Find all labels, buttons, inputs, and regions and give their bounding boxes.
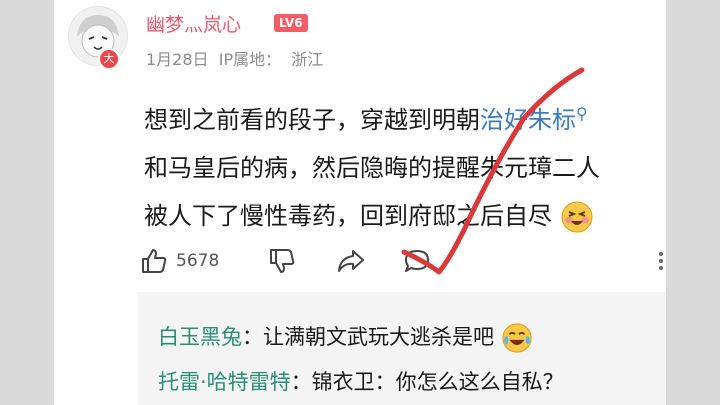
like-button[interactable]: 5678	[140, 244, 219, 278]
comment-body: 想到之前看的段子，穿越到明朝治好朱标⚲ 和马皇后的病，然后隐晦的提醒朱元璋二人 …	[144, 90, 674, 240]
laughing-emoji-icon	[561, 201, 593, 233]
reply-panel: 白玉黑兔：让满朝文武玩大逃杀是吧 托雷·哈特雷特：锦衣卫：你怎么这么自私？	[138, 292, 666, 405]
comment-line-3-text: 被人下了慢性毒药，回到府邸之后自尽	[144, 202, 552, 230]
comment-line-2: 和马皇后的病，然后隐晦的提醒朱元璋二人	[144, 154, 600, 182]
ip-location: 浙江	[291, 50, 324, 69]
comment-date: 1月28日	[146, 50, 209, 69]
comment-meta: 1月28日 IP属地： 浙江	[146, 46, 323, 70]
reply-button[interactable]	[402, 244, 432, 278]
comment-line-3: 被人下了慢性毒药，回到府邸之后自尽	[144, 192, 674, 240]
left-margin	[0, 0, 54, 405]
share-icon	[338, 250, 364, 272]
ip-label: IP属地：	[218, 50, 282, 69]
action-bar: 5678	[140, 244, 680, 278]
comment-line-1: 想到之前看的段子，穿越到明朝治好朱标⚲	[144, 90, 674, 144]
right-margin	[666, 0, 720, 405]
reply-author[interactable]: 托雷·哈特雷特	[158, 370, 291, 394]
reply-text: ：锦衣卫：你怎么这么自私？	[290, 370, 564, 394]
more-icon	[659, 252, 663, 270]
level-badge: LV6	[274, 14, 308, 32]
search-icon[interactable]: ⚲	[576, 104, 588, 123]
reply-text: ：让满朝文武玩大逃杀是吧	[242, 325, 494, 349]
dislike-button[interactable]	[268, 244, 296, 278]
like-count: 5678	[176, 251, 220, 271]
more-button[interactable]	[656, 244, 666, 278]
reply-author[interactable]: 白玉黑兔	[158, 325, 242, 349]
avatar-badge: 大	[98, 48, 120, 70]
comment-line-1-text: 想到之前看的段子，穿越到明朝	[144, 106, 480, 134]
thumb-up-icon	[142, 249, 167, 273]
reply-item[interactable]: 白玉黑兔：让满朝文武玩大逃杀是吧	[158, 322, 533, 354]
comment-bubble-icon	[405, 250, 429, 272]
comment-card: 大 幽梦灬岚心 LV6 1月28日 IP属地： 浙江 想到之前看的段子，穿越到明…	[54, 0, 666, 405]
reply-item[interactable]: 托雷·哈特雷特：锦衣卫：你怎么这么自私？	[158, 367, 564, 397]
username[interactable]: 幽梦灬岚心	[146, 10, 241, 37]
tears-of-joy-emoji-icon	[502, 323, 532, 353]
share-button[interactable]	[336, 244, 366, 278]
thumb-down-icon	[270, 249, 295, 273]
keyword-link[interactable]: 治好朱标	[480, 106, 576, 134]
